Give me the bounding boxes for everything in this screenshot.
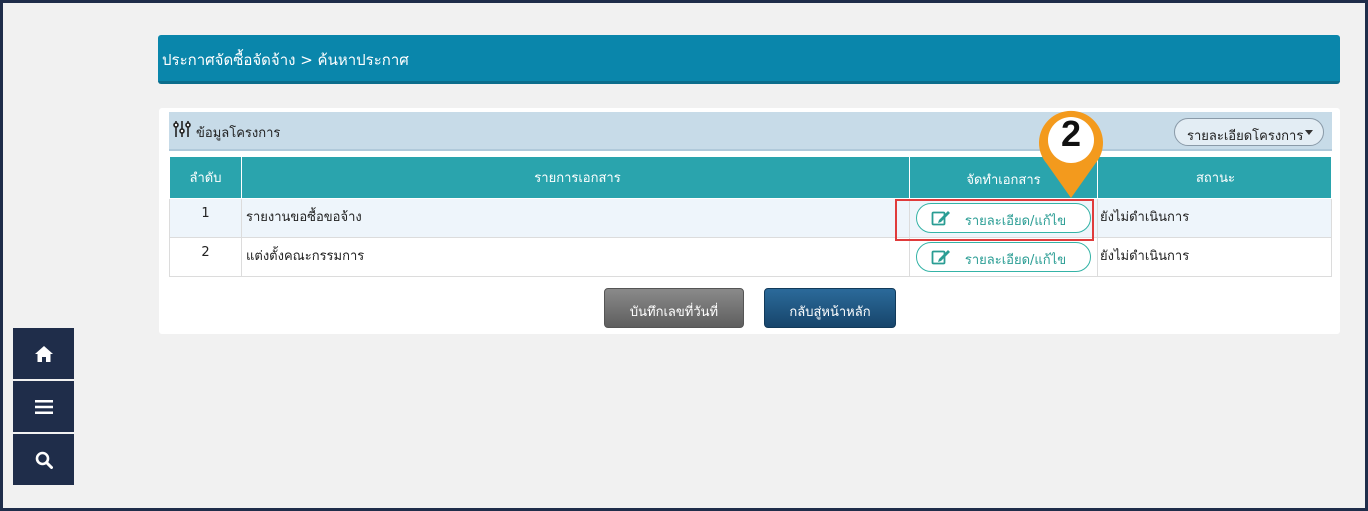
step-number: 2 <box>1060 113 1082 154</box>
search-icon <box>35 451 53 469</box>
save-date-button[interactable]: บันทึกเลขที่วันที่ <box>604 288 744 328</box>
col-header-no: ลำดับ <box>169 156 242 199</box>
breadcrumb-text: ประกาศจัดซื้อจัดจ้าง > ค้นหาประกาศ <box>162 51 409 69</box>
col-header-status: สถานะ <box>1097 156 1332 199</box>
row-status: ยังไม่ดำเนินการ <box>1097 237 1332 277</box>
col-header-document: รายการเอกสาร <box>241 156 910 199</box>
table-header-row: ลำดับ รายการเอกสาร จัดทำเอกสาร สถานะ <box>169 156 1332 199</box>
sliders-icon <box>173 121 191 137</box>
row-number: 1 <box>169 198 242 238</box>
app-frame: ประกาศจัดซื้อจัดจ้าง > ค้นหาประกาศ ข้อมู… <box>0 0 1368 511</box>
project-info-panel: ข้อมูลโครงการ รายละเอียดโครงการ ลำดับ รา… <box>159 108 1340 334</box>
project-details-dropdown[interactable]: รายละเอียดโครงการ <box>1174 118 1324 146</box>
details-edit-button[interactable]: รายละเอียด/แก้ไข <box>916 242 1091 272</box>
highlight-box <box>895 199 1094 241</box>
search-button[interactable] <box>13 434 74 487</box>
home-icon <box>34 345 53 362</box>
row-action-cell: รายละเอียด/แก้ไข <box>909 237 1098 277</box>
dropdown-label: รายละเอียดโครงการ <box>1187 129 1304 144</box>
side-nav <box>13 328 74 487</box>
menu-icon <box>34 399 53 414</box>
panel-title: ข้อมูลโครงการ <box>196 126 281 141</box>
edit-icon <box>931 250 950 265</box>
row-status: ยังไม่ดำเนินการ <box>1097 198 1332 238</box>
menu-button[interactable] <box>13 381 74 434</box>
row-document: รายงานขอซื้อขอจ้าง <box>241 198 910 238</box>
row-document: แต่งตั้งคณะกรรมการ <box>241 237 910 277</box>
back-home-button[interactable]: กลับสู่หน้าหลัก <box>764 288 896 328</box>
panel-header: ข้อมูลโครงการ รายละเอียดโครงการ <box>169 112 1332 151</box>
home-button[interactable] <box>13 328 74 381</box>
table-row: 1 รายงานขอซื้อขอจ้าง รายละเอียด/แก้ไข ยั… <box>169 198 1332 238</box>
row-number: 2 <box>169 237 242 277</box>
caret-down-icon <box>1305 130 1313 135</box>
table-row: 2 แต่งตั้งคณะกรรมการ รายละเอียด/แก้ไข ยั… <box>169 237 1332 277</box>
details-edit-label: รายละเอียด/แก้ไข <box>964 253 1067 268</box>
breadcrumb: ประกาศจัดซื้อจัดจ้าง > ค้นหาประกาศ <box>158 35 1340 84</box>
documents-table: ลำดับ รายการเอกสาร จัดทำเอกสาร สถานะ 1 ร… <box>169 156 1332 277</box>
